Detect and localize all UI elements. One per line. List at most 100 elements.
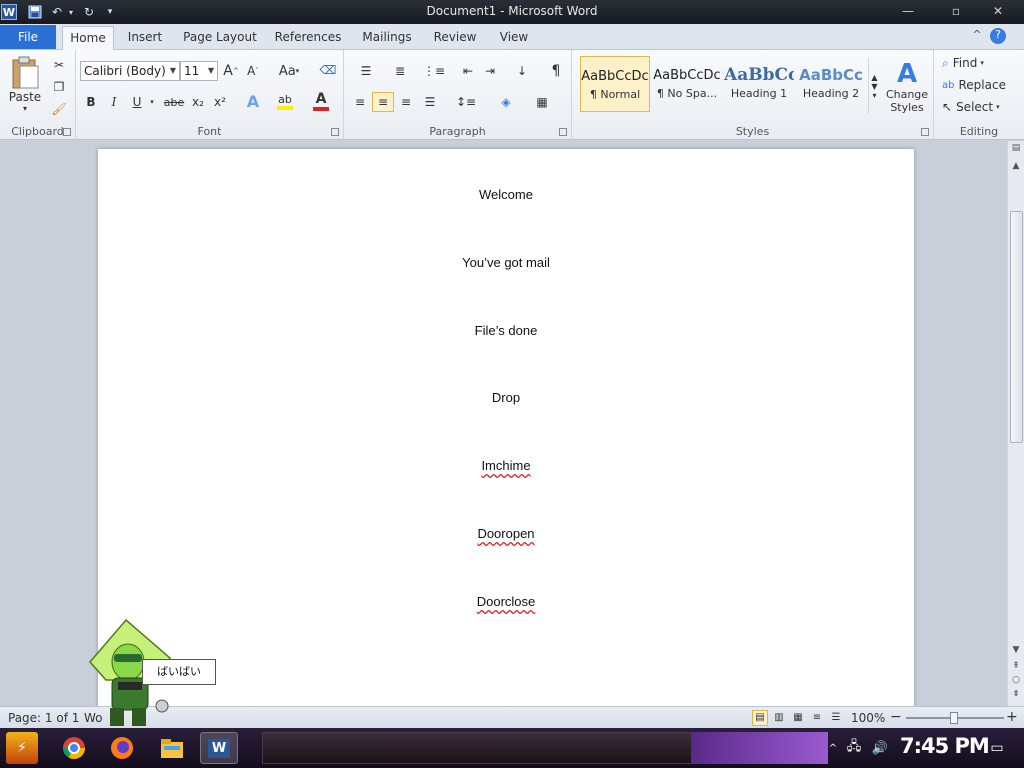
paragraph-launcher-icon[interactable] (559, 128, 567, 136)
font-size-dropdown[interactable]: 11 ▼ (180, 61, 218, 81)
tab-file[interactable]: File (0, 25, 56, 49)
network-icon[interactable]: 🖧 (844, 732, 864, 764)
borders-icon[interactable]: ▦ (528, 92, 556, 112)
show-formatting-button[interactable]: ¶ (546, 62, 566, 80)
underline-button[interactable]: U (128, 92, 146, 112)
text-effects-icon[interactable]: A (242, 90, 264, 112)
misspelled-word[interactable]: Doorclose (477, 594, 536, 609)
web-layout-icon[interactable]: ▦ (790, 710, 806, 726)
tab-view[interactable]: View (494, 26, 534, 50)
format-painter-icon[interactable]: 🖌 (50, 100, 68, 118)
font-launcher-icon[interactable] (331, 128, 339, 136)
paragraph-welcome[interactable]: Welcome (98, 187, 914, 202)
copy-icon[interactable]: ❐ (50, 78, 68, 96)
volume-icon[interactable]: 🔊 (868, 732, 892, 764)
italic-button[interactable]: I (105, 92, 123, 112)
view-ruler-icon[interactable]: ▤ (1008, 143, 1024, 157)
vertical-scrollbar[interactable]: ▤ ▲ ▼ ⇞ ○ ⇟ (1007, 141, 1024, 706)
tab-review[interactable]: Review (430, 26, 480, 50)
tab-mailings[interactable]: Mailings (358, 26, 416, 50)
style-heading-1[interactable]: AaBbCc Heading 1 (724, 56, 794, 112)
draft-view-icon[interactable]: ☰ (828, 710, 844, 726)
paragraph-imchime[interactable]: Imchime (98, 458, 914, 473)
scrollbar-thumb[interactable] (1010, 211, 1023, 443)
font-color-button[interactable]: A (310, 90, 332, 112)
underline-dropdown-icon[interactable]: ▾ (148, 92, 156, 112)
numbering-icon[interactable]: ≣ (386, 62, 414, 80)
paragraph-dooropen[interactable]: Dooropen (98, 526, 914, 541)
change-styles-button[interactable]: A Change Styles (882, 54, 932, 120)
paragraph-youve-got-mail[interactable]: You’ve got mail (98, 255, 914, 270)
tab-insert[interactable]: Insert (122, 26, 168, 50)
clear-formatting-icon[interactable]: ⌫ (318, 60, 338, 80)
tab-page-layout[interactable]: Page Layout (182, 26, 258, 50)
justify-icon[interactable]: ☰ (420, 92, 440, 112)
minimize-button[interactable]: — (890, 0, 926, 22)
print-layout-view-icon[interactable]: ▤ (752, 710, 768, 726)
line-spacing-icon[interactable]: ↕≡ (452, 92, 480, 112)
next-page-icon[interactable]: ⇟ (1008, 689, 1024, 703)
previous-page-icon[interactable]: ⇞ (1008, 661, 1024, 675)
file-explorer-icon[interactable] (156, 732, 188, 764)
font-name-dropdown[interactable]: Calibri (Body) ▼ (80, 61, 180, 81)
zoom-in-button[interactable]: + (1006, 709, 1018, 725)
scroll-up-icon[interactable]: ▲ (1008, 161, 1024, 175)
shrink-font-button[interactable]: Aˇ (244, 62, 262, 80)
full-screen-reading-icon[interactable]: ▥ (771, 710, 787, 726)
zoom-out-button[interactable]: − (890, 709, 902, 725)
styles-launcher-icon[interactable] (921, 128, 929, 136)
superscript-button[interactable]: x² (210, 92, 230, 112)
highlight-color-button[interactable]: ab (274, 90, 296, 112)
word-taskbar-icon[interactable]: W (200, 732, 238, 764)
select-browse-object-icon[interactable]: ○ (1008, 675, 1024, 689)
notifications-icon[interactable]: ▭ (984, 732, 1010, 764)
show-hidden-icons-icon[interactable]: ^ (826, 732, 840, 764)
sort-icon[interactable]: ↓ (512, 62, 532, 80)
clipboard-launcher-icon[interactable] (63, 128, 71, 136)
help-icon[interactable]: ? (990, 28, 1006, 44)
style-heading-2[interactable]: AaBbCc Heading 2 (796, 56, 866, 112)
align-left-icon[interactable]: ≡ (350, 92, 370, 112)
decrease-indent-icon[interactable]: ⇤ (458, 62, 478, 80)
styles-scroll[interactable]: ▲ ▼ ▾ (868, 58, 880, 114)
change-case-button[interactable]: Aa ▾ (276, 62, 302, 80)
paragraph-doorclose[interactable]: Doorclose (98, 594, 914, 609)
minimize-ribbon-icon[interactable]: ^ (970, 28, 984, 44)
paragraph-files-done[interactable]: File’s done (98, 323, 914, 338)
misspelled-word[interactable]: Imchime (481, 458, 530, 473)
page-count[interactable]: Page: 1 of 1 (8, 711, 79, 725)
scroll-down-icon[interactable]: ▼ (1008, 645, 1024, 659)
shading-icon[interactable]: ◈ (492, 92, 520, 112)
chrome-icon[interactable] (58, 732, 90, 764)
select-button[interactable]: ↖ Select ▾ (942, 98, 1018, 116)
misspelled-word[interactable]: Dooropen (477, 526, 534, 541)
grow-font-button[interactable]: A ^ (222, 62, 240, 80)
outline-view-icon[interactable]: ≡ (809, 710, 825, 726)
start-button-icon[interactable]: ⚡ (6, 732, 38, 764)
cut-icon[interactable]: ✂ (50, 56, 68, 74)
system-clock[interactable]: 7:45 PM (900, 734, 990, 758)
tab-references[interactable]: References (272, 26, 344, 50)
paragraph-drop[interactable]: Drop (98, 390, 914, 405)
document-page[interactable]: Welcome You’ve got mail File’s done Drop… (98, 149, 914, 719)
paste-button[interactable]: Paste ▾ (6, 54, 44, 114)
zoom-level[interactable]: 100% (851, 711, 885, 725)
find-button[interactable]: ⌕ Find ▾ (942, 54, 1012, 72)
align-center-icon[interactable]: ≡ (372, 92, 394, 112)
bullets-icon[interactable]: ☰ (352, 62, 380, 80)
replace-button[interactable]: ab Replace (942, 76, 1018, 94)
style-normal[interactable]: AaBbCcDc ¶ Normal (580, 56, 650, 112)
close-button[interactable]: ✕ (980, 0, 1016, 22)
firefox-icon[interactable] (106, 732, 138, 764)
strikethrough-button[interactable]: abe (162, 92, 186, 112)
maximize-button[interactable]: ▫ (938, 0, 974, 22)
multilevel-list-icon[interactable]: ⋮≡ (420, 62, 448, 80)
zoom-slider-thumb[interactable] (950, 712, 958, 724)
style-no-spacing[interactable]: AaBbCcDc ¶ No Spa... (652, 56, 722, 112)
increase-indent-icon[interactable]: ⇥ (480, 62, 500, 80)
tab-home[interactable]: Home (62, 26, 114, 50)
subscript-button[interactable]: x₂ (188, 92, 208, 112)
align-right-icon[interactable]: ≡ (396, 92, 416, 112)
more-styles-icon: ▾ (872, 90, 877, 100)
bold-button[interactable]: B (82, 92, 100, 112)
